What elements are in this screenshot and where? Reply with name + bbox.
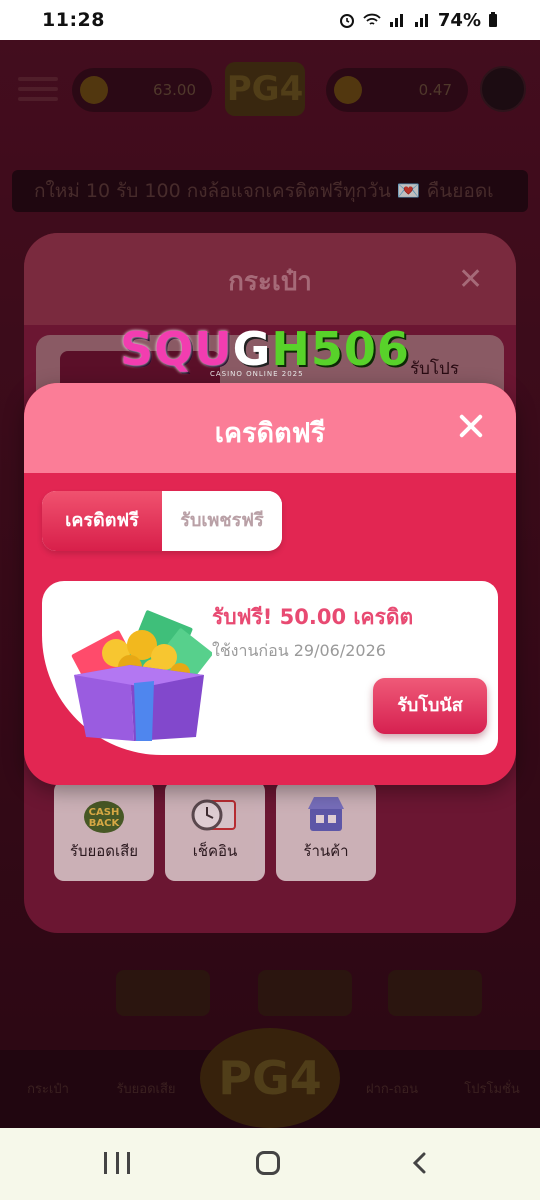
status-bar: 11:28 74%	[0, 0, 540, 40]
free-credit-modal: เครดิตฟรี เครดิตฟรี รับเพชรฟรี รับฟรี! 5…	[24, 383, 516, 785]
alarm-icon	[339, 14, 354, 28]
store-icon	[308, 797, 344, 831]
bonus-card: รับฟรี! 50.00 เครดิต ใช้งานก่อน 29/06/20…	[42, 581, 498, 755]
wallet-title: กระเป๋า	[228, 267, 312, 297]
recents-icon[interactable]	[104, 1152, 130, 1174]
svg-text:BACK: BACK	[89, 818, 121, 829]
calendar-clock-icon	[191, 799, 236, 831]
back-icon[interactable]	[410, 1152, 430, 1174]
gift-box-icon	[71, 610, 212, 741]
wallet-close-icon[interactable]: ✕	[458, 265, 483, 295]
modal-title: เครดิตฟรี	[214, 418, 326, 449]
cashback-icon: CASHBACK	[84, 801, 124, 833]
logo-tagline: CASINO ONLINE 2025	[210, 370, 304, 378]
tile-checkin[interactable]: เช็คอิน	[165, 781, 265, 881]
status-icons: 74%	[338, 10, 498, 31]
battery-percent: 74%	[437, 9, 481, 31]
logo-part-a: SQU	[120, 322, 233, 376]
bonus-title: รับฟรี! 50.00 เครดิต	[212, 605, 414, 629]
logo-part-c: H506	[271, 322, 410, 376]
tab-free-credit[interactable]: เครดิตฟรี	[42, 491, 162, 551]
signal-icon	[389, 14, 403, 27]
tile-label: ร้านค้า	[303, 842, 349, 860]
brand-watermark-logo: SQUGH506 CASINO ONLINE 2025	[120, 320, 420, 386]
tab-switch: เครดิตฟรี รับเพชรฟรี	[42, 491, 282, 551]
tile-cashback[interactable]: CASH BACK รับยอดเสีย	[54, 781, 154, 881]
clock: 11:28	[42, 9, 105, 31]
home-icon[interactable]	[256, 1151, 280, 1175]
close-icon[interactable]	[456, 411, 486, 441]
svg-text:CASH: CASH	[89, 807, 120, 818]
tile-label: รับยอดเสีย	[69, 842, 139, 860]
signal-icon-2	[414, 14, 428, 27]
tile-store[interactable]: ร้านค้า	[276, 781, 376, 881]
wifi-icon	[363, 13, 381, 25]
tab-free-diamonds[interactable]: รับเพชรฟรี	[162, 491, 282, 551]
tile-label: เช็คอิน	[192, 842, 238, 860]
battery-icon	[489, 12, 497, 27]
system-nav-bar	[0, 1128, 540, 1200]
claim-bonus-button[interactable]: รับโบนัส	[373, 678, 487, 734]
bonus-expiry: ใช้งานก่อน 29/06/2026	[212, 641, 386, 660]
logo-part-b: G	[232, 322, 272, 376]
